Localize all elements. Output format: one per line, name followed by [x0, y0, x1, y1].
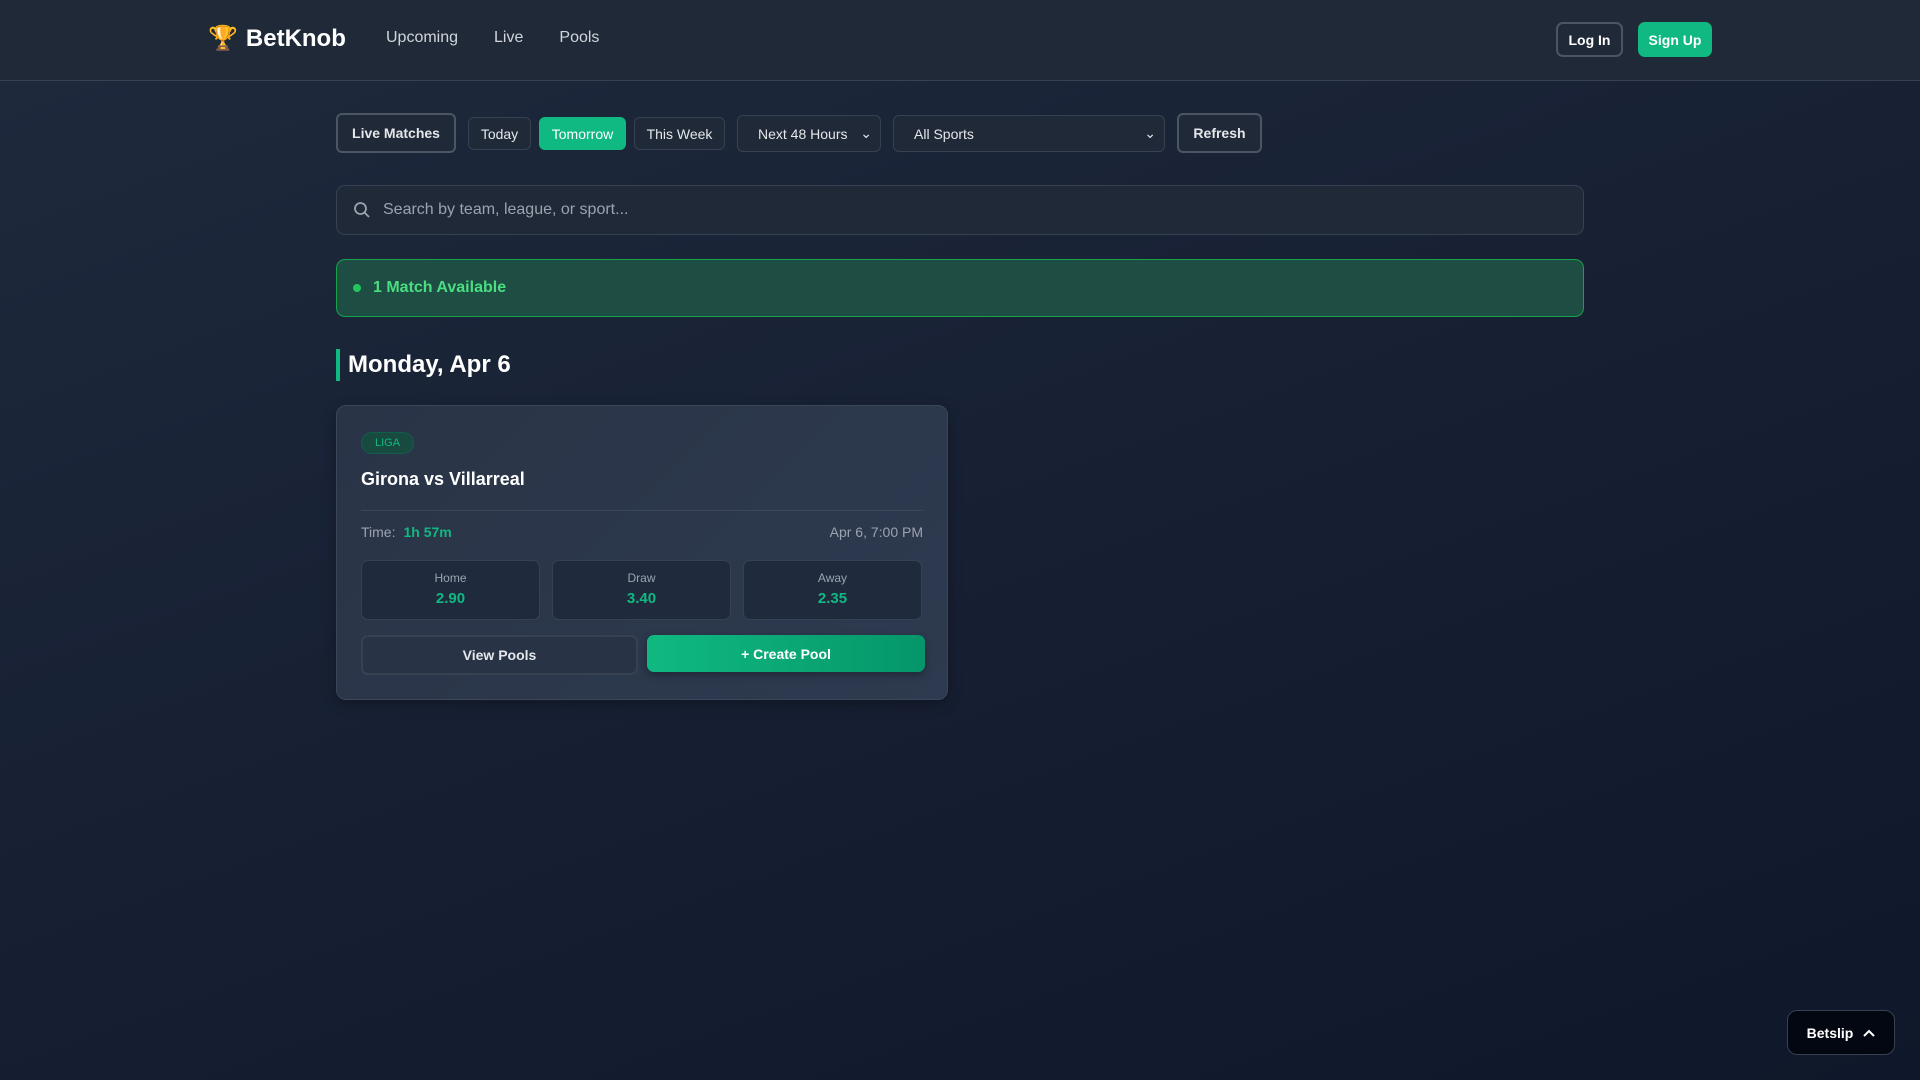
odds-draw[interactable]: Draw 3.40 [552, 560, 731, 620]
view-pools-button[interactable]: View Pools [361, 635, 638, 675]
countdown-value: 1h 57m [403, 524, 452, 540]
odds-label: Away [817, 571, 848, 585]
odds-home[interactable]: Home 2.90 [361, 560, 540, 620]
match-title: Girona vs Villarreal [361, 469, 525, 489]
match-card: LIGA Girona vs Villarreal Time: 1h 57m Ap… [336, 405, 948, 700]
odds-label: Draw [627, 571, 656, 585]
search-icon [354, 202, 370, 218]
match-datetime: Apr 6, 7:00 PM [829, 524, 923, 540]
odds-value: 3.40 [626, 590, 657, 607]
filter-today[interactable]: Today [468, 117, 531, 150]
time-range-value: Next 48 Hours [758, 125, 848, 142]
match-count-text: 1 Match Available [373, 279, 507, 296]
betslip-label: Betslip [1806, 1024, 1854, 1041]
day-heading: Monday, Apr 6 [336, 349, 511, 381]
login-button[interactable]: Log In [1556, 22, 1623, 57]
chevron-up-icon [1863, 1029, 1876, 1037]
signup-button[interactable]: Sign Up [1638, 22, 1712, 57]
status-dot-icon [353, 284, 361, 292]
odds-value: 2.35 [817, 590, 848, 607]
chevron-down-icon: ⌄ [860, 125, 872, 141]
time-range-select[interactable]: Next 48 Hours ⌄ [737, 115, 881, 152]
refresh-button[interactable]: Refresh [1177, 113, 1262, 153]
top-navbar: 🏆 BetKnob Upcoming Live Pools Log In Sig… [0, 0, 1920, 81]
search-bar [336, 185, 1584, 235]
divider [361, 510, 923, 511]
nav-pools[interactable]: Pools [559, 29, 599, 47]
brand-logo[interactable]: 🏆 BetKnob [208, 24, 346, 53]
betslip-toggle[interactable]: Betslip [1787, 1010, 1895, 1055]
league-badge: LIGA [361, 432, 415, 454]
odds-away[interactable]: Away 2.35 [743, 560, 922, 620]
filter-this-week[interactable]: This Week [634, 117, 725, 150]
search-input[interactable] [383, 201, 1533, 219]
live-matches-button[interactable]: Live Matches [336, 113, 456, 153]
odds-value: 2.90 [435, 590, 466, 607]
sport-select[interactable]: All Sports ⌄ [893, 115, 1165, 152]
match-countdown: Time: 1h 57m [361, 524, 452, 540]
main-nav: Upcoming Live Pools [386, 29, 599, 47]
brand-name: BetKnob [245, 24, 346, 52]
sport-value: All Sports [914, 125, 974, 142]
odds-row: Home 2.90 Draw 3.40 Away 2.35 [361, 560, 922, 620]
trophy-icon: 🏆 [208, 25, 238, 52]
nav-live[interactable]: Live [494, 29, 523, 47]
odds-label: Home [434, 571, 467, 585]
filter-tomorrow[interactable]: Tomorrow [539, 117, 626, 150]
nav-upcoming[interactable]: Upcoming [386, 29, 458, 47]
time-label: Time: [361, 524, 396, 540]
match-count-banner: 1 Match Available [336, 259, 1584, 317]
create-pool-button[interactable]: + Create Pool [647, 635, 925, 672]
chevron-down-icon: ⌄ [1144, 125, 1156, 141]
